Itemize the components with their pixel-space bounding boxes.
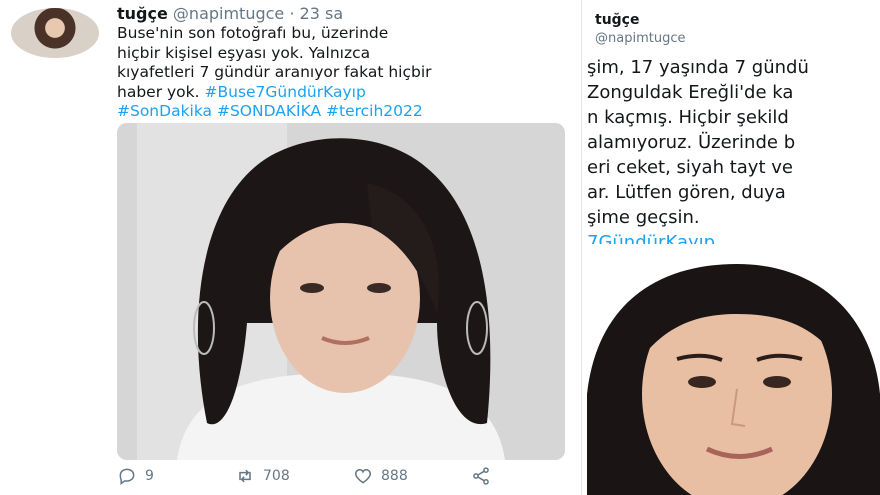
portrait-photo xyxy=(587,244,880,495)
separator-dot: · xyxy=(289,4,295,23)
tweet-text-line: kıyafetleri 7 gündür aranıyor fakat hiçb… xyxy=(117,63,432,81)
portrait-photo xyxy=(117,123,565,460)
tweet-text-line: n kaçmış. Hiçbir şekild xyxy=(587,107,789,128)
tweet-text-line: haber yok. #Buse7GündürKayıp xyxy=(117,83,567,103)
tweet-text-line: hiçbir kişisel eşyası yok. Yalnızca xyxy=(117,43,371,62)
like-button[interactable]: 888 xyxy=(353,466,408,486)
tweet-actions: 9 708 888 xyxy=(117,466,537,492)
retweet-count: 708 xyxy=(263,468,290,484)
retweet-button[interactable]: 708 xyxy=(235,466,290,486)
heart-icon xyxy=(354,468,372,484)
tweet-text-line: eri ceket, siyah tayt ve xyxy=(587,157,793,178)
left-tweet: tuğçe @napimtugce · 23 sa Buse'nin son f… xyxy=(0,0,578,495)
tweet-text-segment: haber yok. xyxy=(117,82,200,101)
retweet-icon xyxy=(239,469,251,483)
screenshot-divider xyxy=(578,0,587,495)
like-count: 888 xyxy=(381,468,408,484)
divider-line xyxy=(581,0,582,495)
share-icon xyxy=(473,467,489,485)
right-tweet: tuğçe @napimtugce şim, 17 yaşında 7 günd… xyxy=(587,0,880,495)
tweet-time[interactable]: 23 sa xyxy=(300,4,344,23)
hashtag-link[interactable]: #Buse7GündürKayıp xyxy=(205,83,366,101)
tweet-text-line: Zonguldak Ereğli'de ka xyxy=(587,82,794,103)
tweet-text-line: şim, 17 yaşında 7 gündü xyxy=(587,57,809,78)
tweet-text: şim, 17 yaşında 7 gündü Zonguldak Ereğli… xyxy=(587,55,880,255)
tweet-author: tuğçe @napimtugce · 23 sa xyxy=(117,4,343,23)
tweet-text-line: ar. Lütfen gören, duya xyxy=(587,182,786,203)
display-name[interactable]: tuğçe xyxy=(117,4,168,23)
tweet-photo[interactable] xyxy=(587,244,880,495)
tweet-text-line: Buse'nin son fotoğrafı bu, üzerinde xyxy=(117,24,389,42)
hashtag-links[interactable]: #SonDakika #SONDAKİKA #tercih2022 xyxy=(117,102,567,122)
reply-count: 9 xyxy=(145,468,154,484)
user-handle[interactable]: @napimtugce xyxy=(595,31,685,46)
tweet-text-line: alamıyoruz. Üzerinde b xyxy=(587,132,796,153)
display-name[interactable]: tuğçe xyxy=(595,12,639,28)
reply-icon xyxy=(119,468,135,485)
share-button[interactable] xyxy=(471,466,491,486)
avatar[interactable] xyxy=(11,8,99,58)
user-handle[interactable]: @napimtugce xyxy=(173,4,284,23)
tweet-text-line: şime geçsin. xyxy=(587,207,700,228)
tweet-photo[interactable] xyxy=(117,123,565,460)
reply-button[interactable]: 9 xyxy=(117,466,154,486)
tweet-text: Buse'nin son fotoğrafı bu, üzerinde hiçb… xyxy=(117,24,567,122)
